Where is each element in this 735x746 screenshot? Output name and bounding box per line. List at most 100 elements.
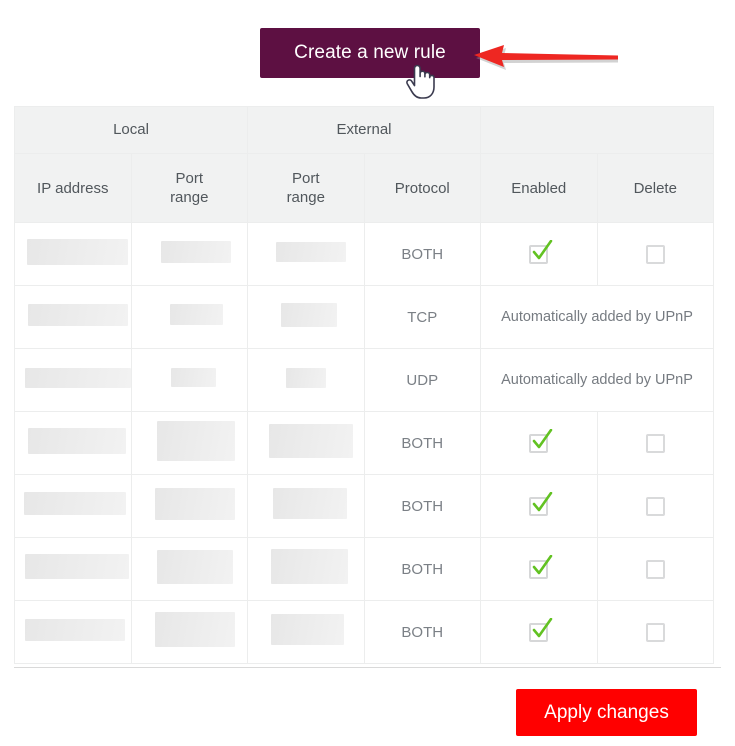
table-body: BOTH TCP Automatically added by UPnP UDP Aut… xyxy=(14,222,714,664)
redacted-value xyxy=(155,612,236,647)
label-port: Port xyxy=(291,170,320,187)
cell-local-port-range xyxy=(130,537,248,601)
label-range: range xyxy=(286,189,325,206)
table-row: BOTH xyxy=(14,222,714,286)
enabled-checkbox[interactable] xyxy=(529,617,553,642)
cell-enabled-checkbox[interactable] xyxy=(480,222,598,286)
create-new-rule-button[interactable]: Create a new rule xyxy=(260,28,480,78)
cell-enabled-checkbox[interactable] xyxy=(480,474,598,538)
redacted-value xyxy=(270,549,348,584)
cell-upnp-note: Automatically added by UPnP xyxy=(480,348,714,412)
redacted-value xyxy=(169,304,223,325)
cell-delete-checkbox[interactable] xyxy=(596,411,714,475)
table-row: BOTH xyxy=(14,537,714,601)
cell-local-ip-address xyxy=(14,348,132,412)
group-header-external: External xyxy=(247,106,481,154)
delete-checkbox[interactable] xyxy=(645,244,665,264)
cell-protocol: BOTH xyxy=(363,411,481,475)
table-head: Local External IP address Port range Port… xyxy=(14,106,714,223)
redacted-value xyxy=(24,554,129,579)
column-header-local-port-range: Port range xyxy=(130,153,248,223)
cell-delete-checkbox[interactable] xyxy=(596,537,714,601)
cell-external-port-range xyxy=(247,537,365,601)
group-header-blank xyxy=(480,106,714,154)
cell-external-port-range xyxy=(247,222,365,286)
delete-checkbox[interactable] xyxy=(645,496,665,516)
table-row: TCP Automatically added by UPnP xyxy=(14,285,714,349)
table-row: BOTH xyxy=(14,411,714,475)
redacted-value xyxy=(268,423,353,458)
cell-local-ip-address xyxy=(14,285,132,349)
group-header-local: Local xyxy=(14,106,248,154)
column-header-local-ip-address: IP address xyxy=(14,153,132,223)
column-header-protocol: Protocol xyxy=(363,153,481,223)
cell-local-ip-address xyxy=(14,537,132,601)
cell-external-port-range xyxy=(247,600,365,664)
table-row: BOTH xyxy=(14,474,714,538)
cell-local-ip-address xyxy=(14,411,132,475)
cell-protocol: BOTH xyxy=(363,474,481,538)
cell-local-port-range xyxy=(130,285,248,349)
cell-enabled-checkbox[interactable] xyxy=(480,537,598,601)
redacted-value xyxy=(170,368,216,387)
cell-external-port-range xyxy=(247,411,365,475)
redacted-value xyxy=(161,240,232,263)
cell-protocol: BOTH xyxy=(363,222,481,286)
redacted-value xyxy=(27,427,126,454)
cell-delete-checkbox[interactable] xyxy=(596,474,714,538)
enabled-checkbox[interactable] xyxy=(529,554,553,579)
redacted-value xyxy=(272,488,347,519)
cell-external-port-range xyxy=(247,474,365,538)
cell-protocol: TCP xyxy=(363,285,481,349)
group-header-row: Local External xyxy=(14,106,714,154)
table-row: BOTH xyxy=(14,600,714,664)
port-forwarding-rules-table: Local External IP address Port range Port… xyxy=(14,106,714,664)
apply-changes-button[interactable]: Apply changes xyxy=(516,689,697,736)
cell-local-port-range xyxy=(130,411,248,475)
cell-protocol: BOTH xyxy=(363,537,481,601)
cell-local-ip-address xyxy=(14,222,132,286)
section-divider xyxy=(14,667,721,668)
enabled-checkbox[interactable] xyxy=(529,428,553,453)
enabled-checkbox[interactable] xyxy=(529,491,553,516)
redacted-value xyxy=(23,492,126,515)
redacted-value xyxy=(285,367,326,388)
redacted-value xyxy=(24,618,125,641)
redacted-value xyxy=(157,420,236,461)
enabled-checkbox[interactable] xyxy=(529,239,553,264)
column-header-external-port-range: Port range xyxy=(247,153,365,223)
delete-checkbox[interactable] xyxy=(645,622,665,642)
cell-protocol: UDP xyxy=(363,348,481,412)
delete-checkbox[interactable] xyxy=(645,433,665,453)
redacted-value xyxy=(25,367,131,388)
cell-upnp-note: Automatically added by UPnP xyxy=(480,285,714,349)
label-port: Port xyxy=(175,170,203,187)
redacted-value xyxy=(270,614,344,645)
cell-local-port-range xyxy=(130,348,248,412)
column-header-enabled: Enabled xyxy=(480,153,598,223)
cell-delete-checkbox[interactable] xyxy=(596,222,714,286)
delete-checkbox[interactable] xyxy=(645,559,665,579)
redacted-value xyxy=(27,238,129,265)
redacted-value xyxy=(156,549,233,584)
red-arrow-annotation-icon xyxy=(472,42,620,72)
label-range: range xyxy=(170,189,209,206)
cell-external-port-range xyxy=(247,348,365,412)
cell-local-ip-address xyxy=(14,600,132,664)
cell-external-port-range xyxy=(247,285,365,349)
redacted-value xyxy=(154,487,235,520)
cell-delete-checkbox[interactable] xyxy=(596,600,714,664)
cell-protocol: BOTH xyxy=(363,600,481,664)
table-row: UDP Automatically added by UPnP xyxy=(14,348,714,412)
column-header-row: IP address Port range Port range Protocol … xyxy=(14,153,714,223)
cell-local-port-range xyxy=(130,600,248,664)
column-header-delete: Delete xyxy=(596,153,714,223)
cell-local-port-range xyxy=(130,474,248,538)
cell-local-port-range xyxy=(130,222,248,286)
redacted-value xyxy=(275,241,346,262)
cell-enabled-checkbox[interactable] xyxy=(480,411,598,475)
redacted-value xyxy=(280,302,337,327)
cell-local-ip-address xyxy=(14,474,132,538)
cell-enabled-checkbox[interactable] xyxy=(480,600,598,664)
redacted-value xyxy=(27,303,128,326)
